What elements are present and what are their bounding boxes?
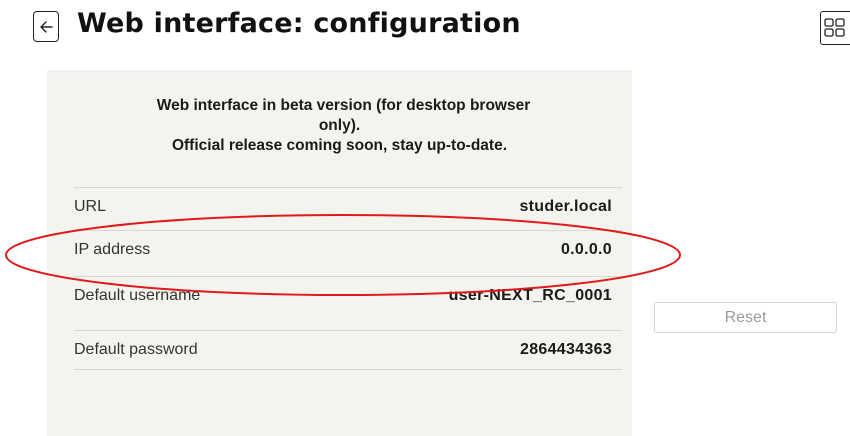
beta-notice-line2: only). xyxy=(318,117,361,134)
row-ip-address: IP address 0.0.0.0 xyxy=(74,230,622,270)
default-password-value: 2864434363 xyxy=(520,341,612,358)
ip-address-label: IP address xyxy=(74,241,151,258)
row-default-password: Default password 2864434363 xyxy=(74,330,622,370)
page-title: Web interface: configuration xyxy=(77,8,521,39)
row-url: URL studer.local xyxy=(74,187,622,227)
ip-address-value: 0.0.0.0 xyxy=(560,241,612,258)
configuration-panel: Web interface in beta version (for deskt… xyxy=(47,70,632,436)
beta-notice-line3: Official release coming soon, stay up-to… xyxy=(171,137,508,154)
web-interface-configuration-screen: Web interface: configuration Web interfa… xyxy=(0,0,850,436)
default-password-label: Default password xyxy=(74,341,198,358)
back-button[interactable] xyxy=(33,11,59,42)
default-username-label: Default username xyxy=(74,287,201,304)
beta-notice: Web interface in beta version (for deskt… xyxy=(47,96,632,156)
arrow-left-icon xyxy=(40,20,53,33)
url-label: URL xyxy=(74,198,107,215)
grid-icon xyxy=(824,18,845,37)
beta-notice-line1: Web interface in beta version (for deskt… xyxy=(156,97,531,114)
url-value: studer.local xyxy=(519,198,612,215)
row-default-username: Default username user-NEXT_RC_0001 xyxy=(74,276,622,316)
reset-button[interactable]: Reset xyxy=(654,302,837,333)
default-username-value: user-NEXT_RC_0001 xyxy=(448,287,612,304)
grid-menu-button[interactable] xyxy=(820,11,850,45)
